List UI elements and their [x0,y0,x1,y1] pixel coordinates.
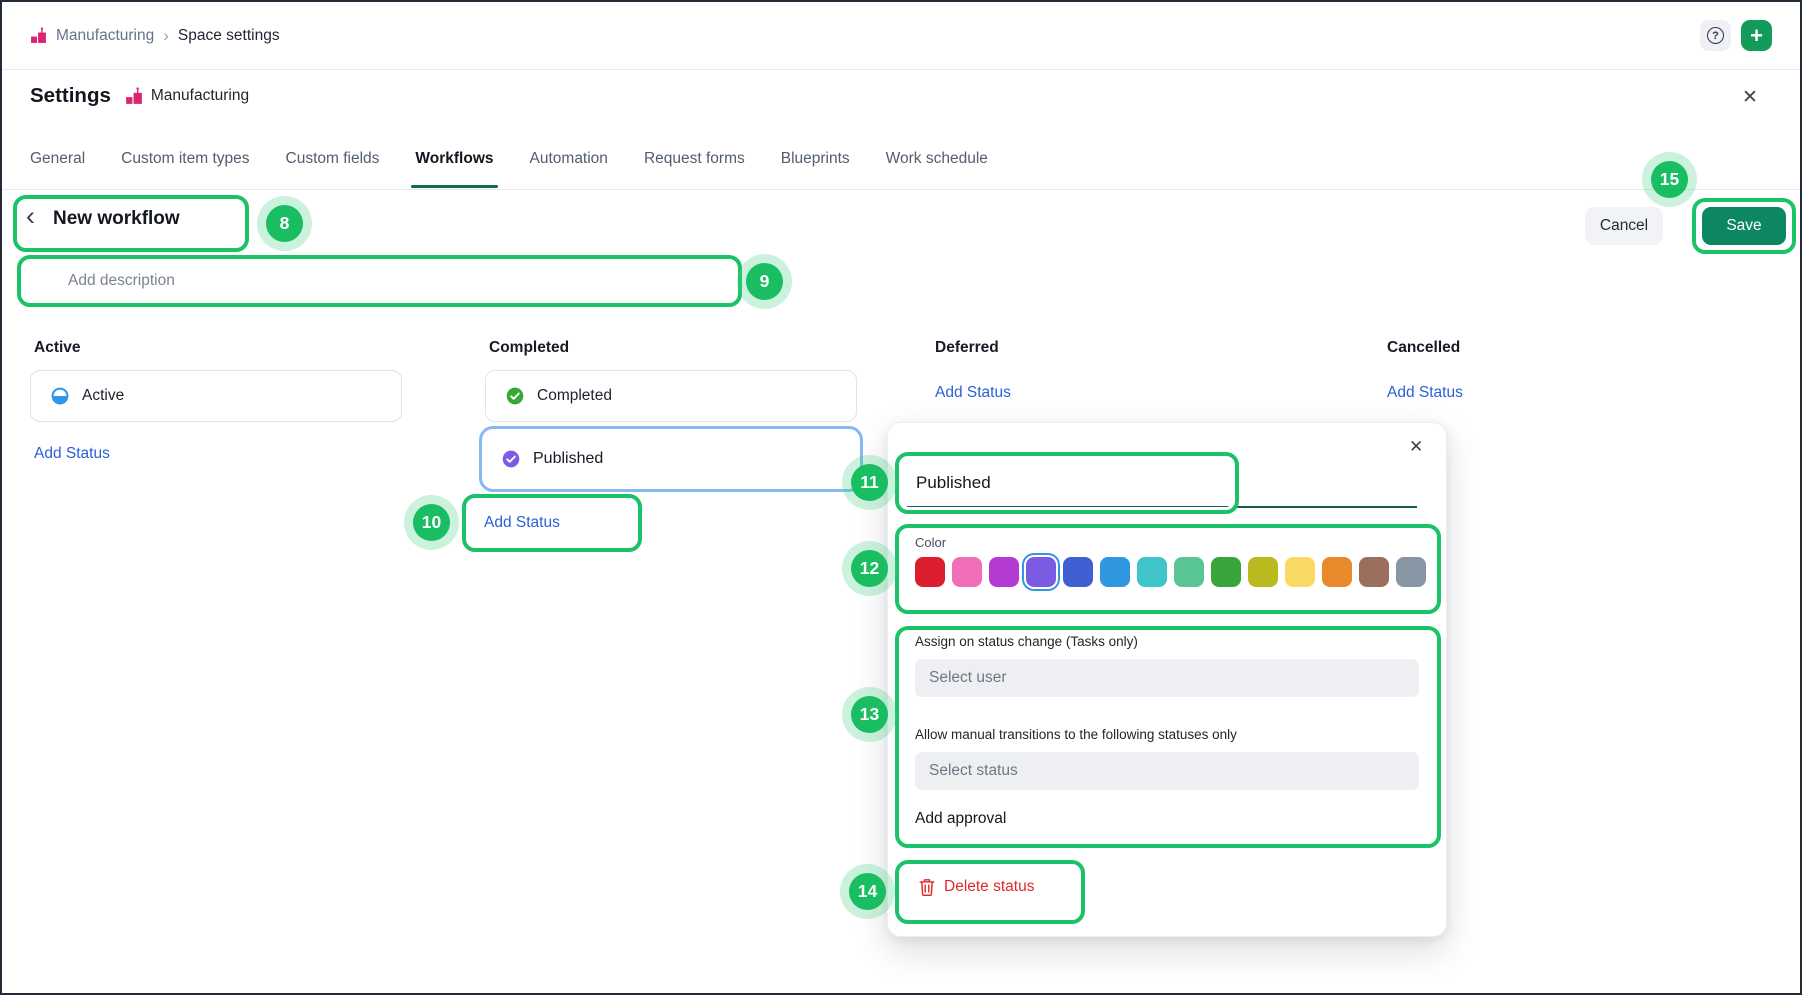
transitions-label: Allow manual transitions to the followin… [915,727,1237,742]
breadcrumb-separator-icon: › [163,26,169,46]
app-window: Manufacturing › Space settings ? + Setti… [0,0,1802,995]
annotation-badge-12: 12 [851,550,888,587]
annotation-badge-15: 15 [1651,161,1688,198]
color-swatch-1[interactable] [915,557,945,587]
add-status-link-deferred[interactable]: Add Status [935,384,1011,402]
tab-work-schedule[interactable]: Work schedule [886,150,988,188]
color-swatch-12[interactable] [1322,557,1352,587]
space-icon [30,27,47,44]
annotation-badge-13: 13 [851,696,888,733]
topbar-actions: ? + [1700,20,1772,51]
status-name: Completed [537,387,612,405]
settings-tabs: General Custom item types Custom fields Wor… [30,150,988,188]
status-card-published-focused[interactable]: Published [479,426,863,492]
color-swatch-9[interactable] [1211,557,1241,587]
add-status-link-active[interactable]: Add Status [34,445,110,463]
tab-blueprints[interactable]: Blueprints [781,150,850,188]
delete-status-button[interactable]: Delete status [919,878,1034,896]
color-swatch-7[interactable] [1137,557,1167,587]
trash-icon [919,878,935,896]
annotation-badge-14: 14 [849,873,886,910]
status-name-input[interactable]: Published [907,460,1417,508]
space-name: Manufacturing [151,87,249,105]
tab-workflows[interactable]: Workflows [415,150,493,188]
page-title: Settings [30,84,111,108]
column-header-active: Active [34,339,81,357]
column-header-cancelled: Cancelled [1387,339,1460,357]
add-approval-link[interactable]: Add approval [915,810,1006,828]
create-button[interactable]: + [1741,20,1772,51]
space-tag: Manufacturing [125,87,249,105]
delete-status-label: Delete status [944,878,1034,896]
annotation-badge-10: 10 [413,504,450,541]
color-swatch-3[interactable] [989,557,1019,587]
color-section-label: Color [915,535,946,550]
back-chevron-icon[interactable]: ‹ [26,203,35,230]
color-swatch-4[interactable] [1026,557,1056,587]
workflow-titlebar: ‹ New workflow [26,207,180,230]
color-swatch-8[interactable] [1174,557,1204,587]
cancel-button[interactable]: Cancel [1585,207,1663,245]
status-name: Published [533,450,603,468]
plus-icon: + [1750,25,1763,47]
color-swatch-11[interactable] [1285,557,1315,587]
color-swatch-row [915,557,1426,587]
color-swatch-5[interactable] [1063,557,1093,587]
annotation-badge-9: 9 [746,263,783,300]
question-mark-icon: ? [1707,27,1724,44]
tab-request-forms[interactable]: Request forms [644,150,745,188]
top-bar: Manufacturing › Space settings ? + [2,2,1800,70]
annotation-badge-8: 8 [266,205,303,242]
select-status-input[interactable]: Select status [915,752,1419,790]
check-circle-icon [506,387,524,405]
close-settings-icon[interactable]: ✕ [1742,86,1758,109]
breadcrumb: Manufacturing › Space settings [30,26,280,46]
tab-custom-fields[interactable]: Custom fields [286,150,380,188]
save-button[interactable]: Save [1702,207,1786,245]
tab-automation[interactable]: Automation [530,150,608,188]
tab-general[interactable]: General [30,150,85,188]
status-card-completed[interactable]: Completed [485,370,857,422]
column-header-completed: Completed [489,339,569,357]
popup-close-icon[interactable]: ✕ [1409,437,1423,457]
space-icon [125,87,143,105]
workflow-title[interactable]: New workflow [53,208,180,230]
color-swatch-2[interactable] [952,557,982,587]
column-header-deferred: Deferred [935,339,999,357]
breadcrumb-current-page: Space settings [178,27,280,45]
tab-custom-item-types[interactable]: Custom item types [121,150,249,188]
tabs-divider [2,189,1800,190]
description-input[interactable]: Add description [21,259,738,303]
check-circle-icon [502,450,520,468]
add-status-link-cancelled[interactable]: Add Status [1387,384,1463,402]
help-button[interactable]: ? [1700,20,1731,51]
breadcrumb-space-link[interactable]: Manufacturing [56,27,154,45]
color-swatch-6[interactable] [1100,557,1130,587]
half-filled-circle-icon [51,387,69,405]
settings-header: Settings Manufacturing [30,84,249,108]
status-card-active[interactable]: Active [30,370,402,422]
color-swatch-10[interactable] [1248,557,1278,587]
assign-label: Assign on status change (Tasks only) [915,634,1138,649]
color-swatch-14[interactable] [1396,557,1426,587]
add-status-link-completed[interactable]: Add Status [484,514,560,532]
select-user-input[interactable]: Select user [915,659,1419,697]
color-swatch-13[interactable] [1359,557,1389,587]
status-name: Active [82,387,124,405]
